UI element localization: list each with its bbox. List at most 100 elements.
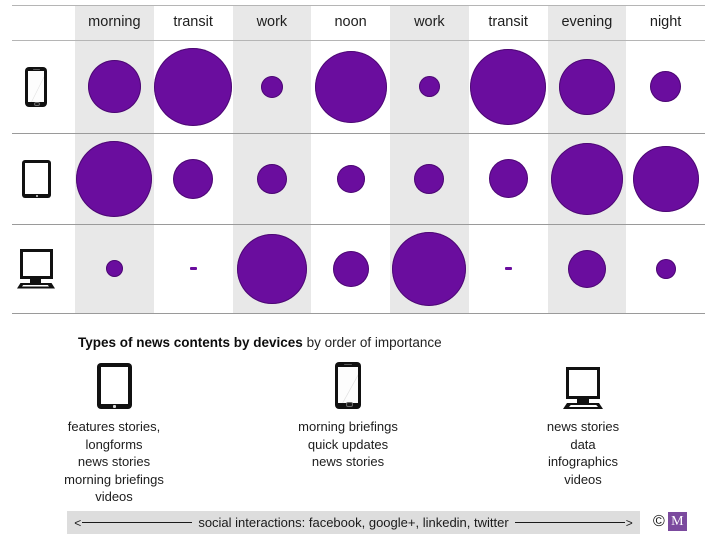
bubble-mark [314, 50, 387, 123]
bubble-mark [470, 48, 547, 125]
column-header-transit-5[interactable]: transit [469, 11, 548, 33]
bubble-tablet-night-7[interactable] [626, 133, 705, 224]
legend-content-list-smartphone: morning briefings quick updates news stori… [248, 418, 448, 471]
chart-top-border [12, 5, 705, 6]
bubble-mark [550, 142, 623, 215]
bubble-mark [392, 231, 467, 306]
legend-title-bold: Types of news contents by devices [78, 335, 303, 350]
legend-item: news stories [311, 454, 385, 469]
column-header-work-4[interactable]: work [390, 11, 469, 33]
tablet-icon [96, 363, 132, 409]
legend-item: longforms [85, 436, 143, 452]
legend-item: videos [564, 471, 602, 487]
bubble-mark [336, 164, 365, 193]
bubble-mark [632, 145, 699, 212]
legend-item: data [570, 436, 596, 452]
bubble-mark [418, 76, 440, 97]
social-interactions-content: < social interactions: facebook, google+… [74, 515, 632, 530]
arrow-left-icon: < [74, 516, 193, 530]
bubble-mark [655, 258, 676, 279]
bubble-smartphone-noon-3[interactable] [311, 40, 390, 133]
bubble-desktop-night-7[interactable] [626, 224, 705, 313]
legend-item: quick updates [307, 436, 389, 452]
legend-title-light: by order of importance [306, 335, 442, 350]
desktop-icon [563, 367, 603, 409]
arrow-right-icon: > [514, 516, 633, 530]
bubble-mark [488, 159, 528, 198]
bubble-mark [173, 158, 214, 199]
legend-group-tablet: features stories, longforms news stories mo… [40, 353, 188, 506]
bubble-smartphone-morning-0[interactable] [75, 40, 154, 133]
bubble-mark [76, 140, 153, 217]
bubble-mark [236, 233, 307, 304]
social-interactions-label: social interactions: facebook, google+, … [198, 515, 509, 530]
column-header-transit-1[interactable]: transit [154, 11, 233, 33]
copyright-logo: © M [653, 512, 687, 531]
legend-icon-wrap-desktop [500, 353, 666, 409]
bubble-desktop-work-4[interactable] [390, 224, 469, 313]
bubble-smartphone-transit-1[interactable] [154, 40, 233, 133]
legend-group-desktop: news stories data infographics videos [500, 353, 666, 488]
column-header-work-2[interactable]: work [233, 11, 312, 33]
legend-content-list-tablet: features stories, longforms news stories mo… [40, 418, 188, 506]
bubble-mark [558, 58, 615, 115]
bubble-tablet-morning-0[interactable] [75, 133, 154, 224]
bubble-mark [414, 163, 445, 194]
bubble-tablet-noon-3[interactable] [311, 133, 390, 224]
legend-item: news stories [77, 454, 151, 469]
legend-title: Types of news contents by devices by ord… [78, 335, 442, 350]
bubble-mark [260, 75, 283, 98]
bubble-mark [567, 249, 606, 288]
null-dash-mark [504, 267, 512, 270]
bubble-smartphone-transit-5[interactable] [469, 40, 548, 133]
bubble-smartphone-evening-6[interactable] [548, 40, 627, 133]
device-time-bubble-matrix: morning transit work noon work transit evening… [0, 0, 717, 315]
bubble-smartphone-work-2[interactable] [233, 40, 312, 133]
bubble-mark [256, 163, 287, 194]
bubble-tablet-work-4[interactable] [390, 133, 469, 224]
row-device-tablet [6, 133, 66, 224]
bubble-desktop-transit-5[interactable] [469, 224, 548, 313]
legend-item: news stories [546, 419, 620, 434]
phone-icon [335, 362, 361, 409]
bubble-desktop-evening-6[interactable] [548, 224, 627, 313]
bubble-tablet-transit-1[interactable] [154, 133, 233, 224]
desktop-icon [17, 248, 55, 289]
bubble-tablet-work-2[interactable] [233, 133, 312, 224]
bubble-mark [154, 47, 233, 126]
legend-group-smartphone: morning briefings quick updates news stori… [248, 353, 448, 471]
column-header-morning-0[interactable]: morning [75, 11, 154, 33]
copyright-icon: © [653, 512, 665, 530]
bubble-desktop-morning-0[interactable] [75, 224, 154, 313]
legend-content-list-desktop: news stories data infographics videos [500, 418, 666, 488]
bubble-desktop-transit-1[interactable] [154, 224, 233, 313]
null-dash-mark [189, 267, 197, 270]
bubble-tablet-evening-6[interactable] [548, 133, 627, 224]
bubble-mark [650, 71, 682, 102]
bubble-mark [105, 260, 123, 277]
legend-icon-wrap-smartphone [248, 353, 448, 409]
row-device-desktop [6, 224, 66, 313]
row-divider [12, 313, 705, 314]
legend-item: features stories, [67, 419, 161, 434]
bubble-tablet-transit-5[interactable] [469, 133, 548, 224]
bubble-smartphone-night-7[interactable] [626, 40, 705, 133]
bubble-smartphone-work-4[interactable] [390, 40, 469, 133]
legend-item: morning briefings [64, 471, 164, 487]
legend-icon-wrap-tablet [40, 353, 188, 409]
column-header-evening-6[interactable]: evening [548, 11, 627, 33]
legend-item: morning briefings [298, 419, 398, 434]
phone-icon [25, 66, 47, 107]
bubble-mark [87, 60, 141, 113]
column-header-night-7[interactable]: night [626, 11, 705, 33]
legend-section: Types of news contents by devices by ord… [0, 315, 717, 504]
row-device-smartphone [6, 40, 66, 133]
logo-mark: M [667, 512, 687, 531]
legend-item: videos [95, 489, 133, 504]
bubble-desktop-noon-3[interactable] [311, 224, 390, 313]
column-header-noon-3[interactable]: noon [311, 11, 390, 33]
legend-item: infographics [547, 454, 619, 469]
bubble-desktop-work-2[interactable] [233, 224, 312, 313]
tablet-icon [21, 159, 51, 198]
bubble-mark [332, 250, 369, 287]
